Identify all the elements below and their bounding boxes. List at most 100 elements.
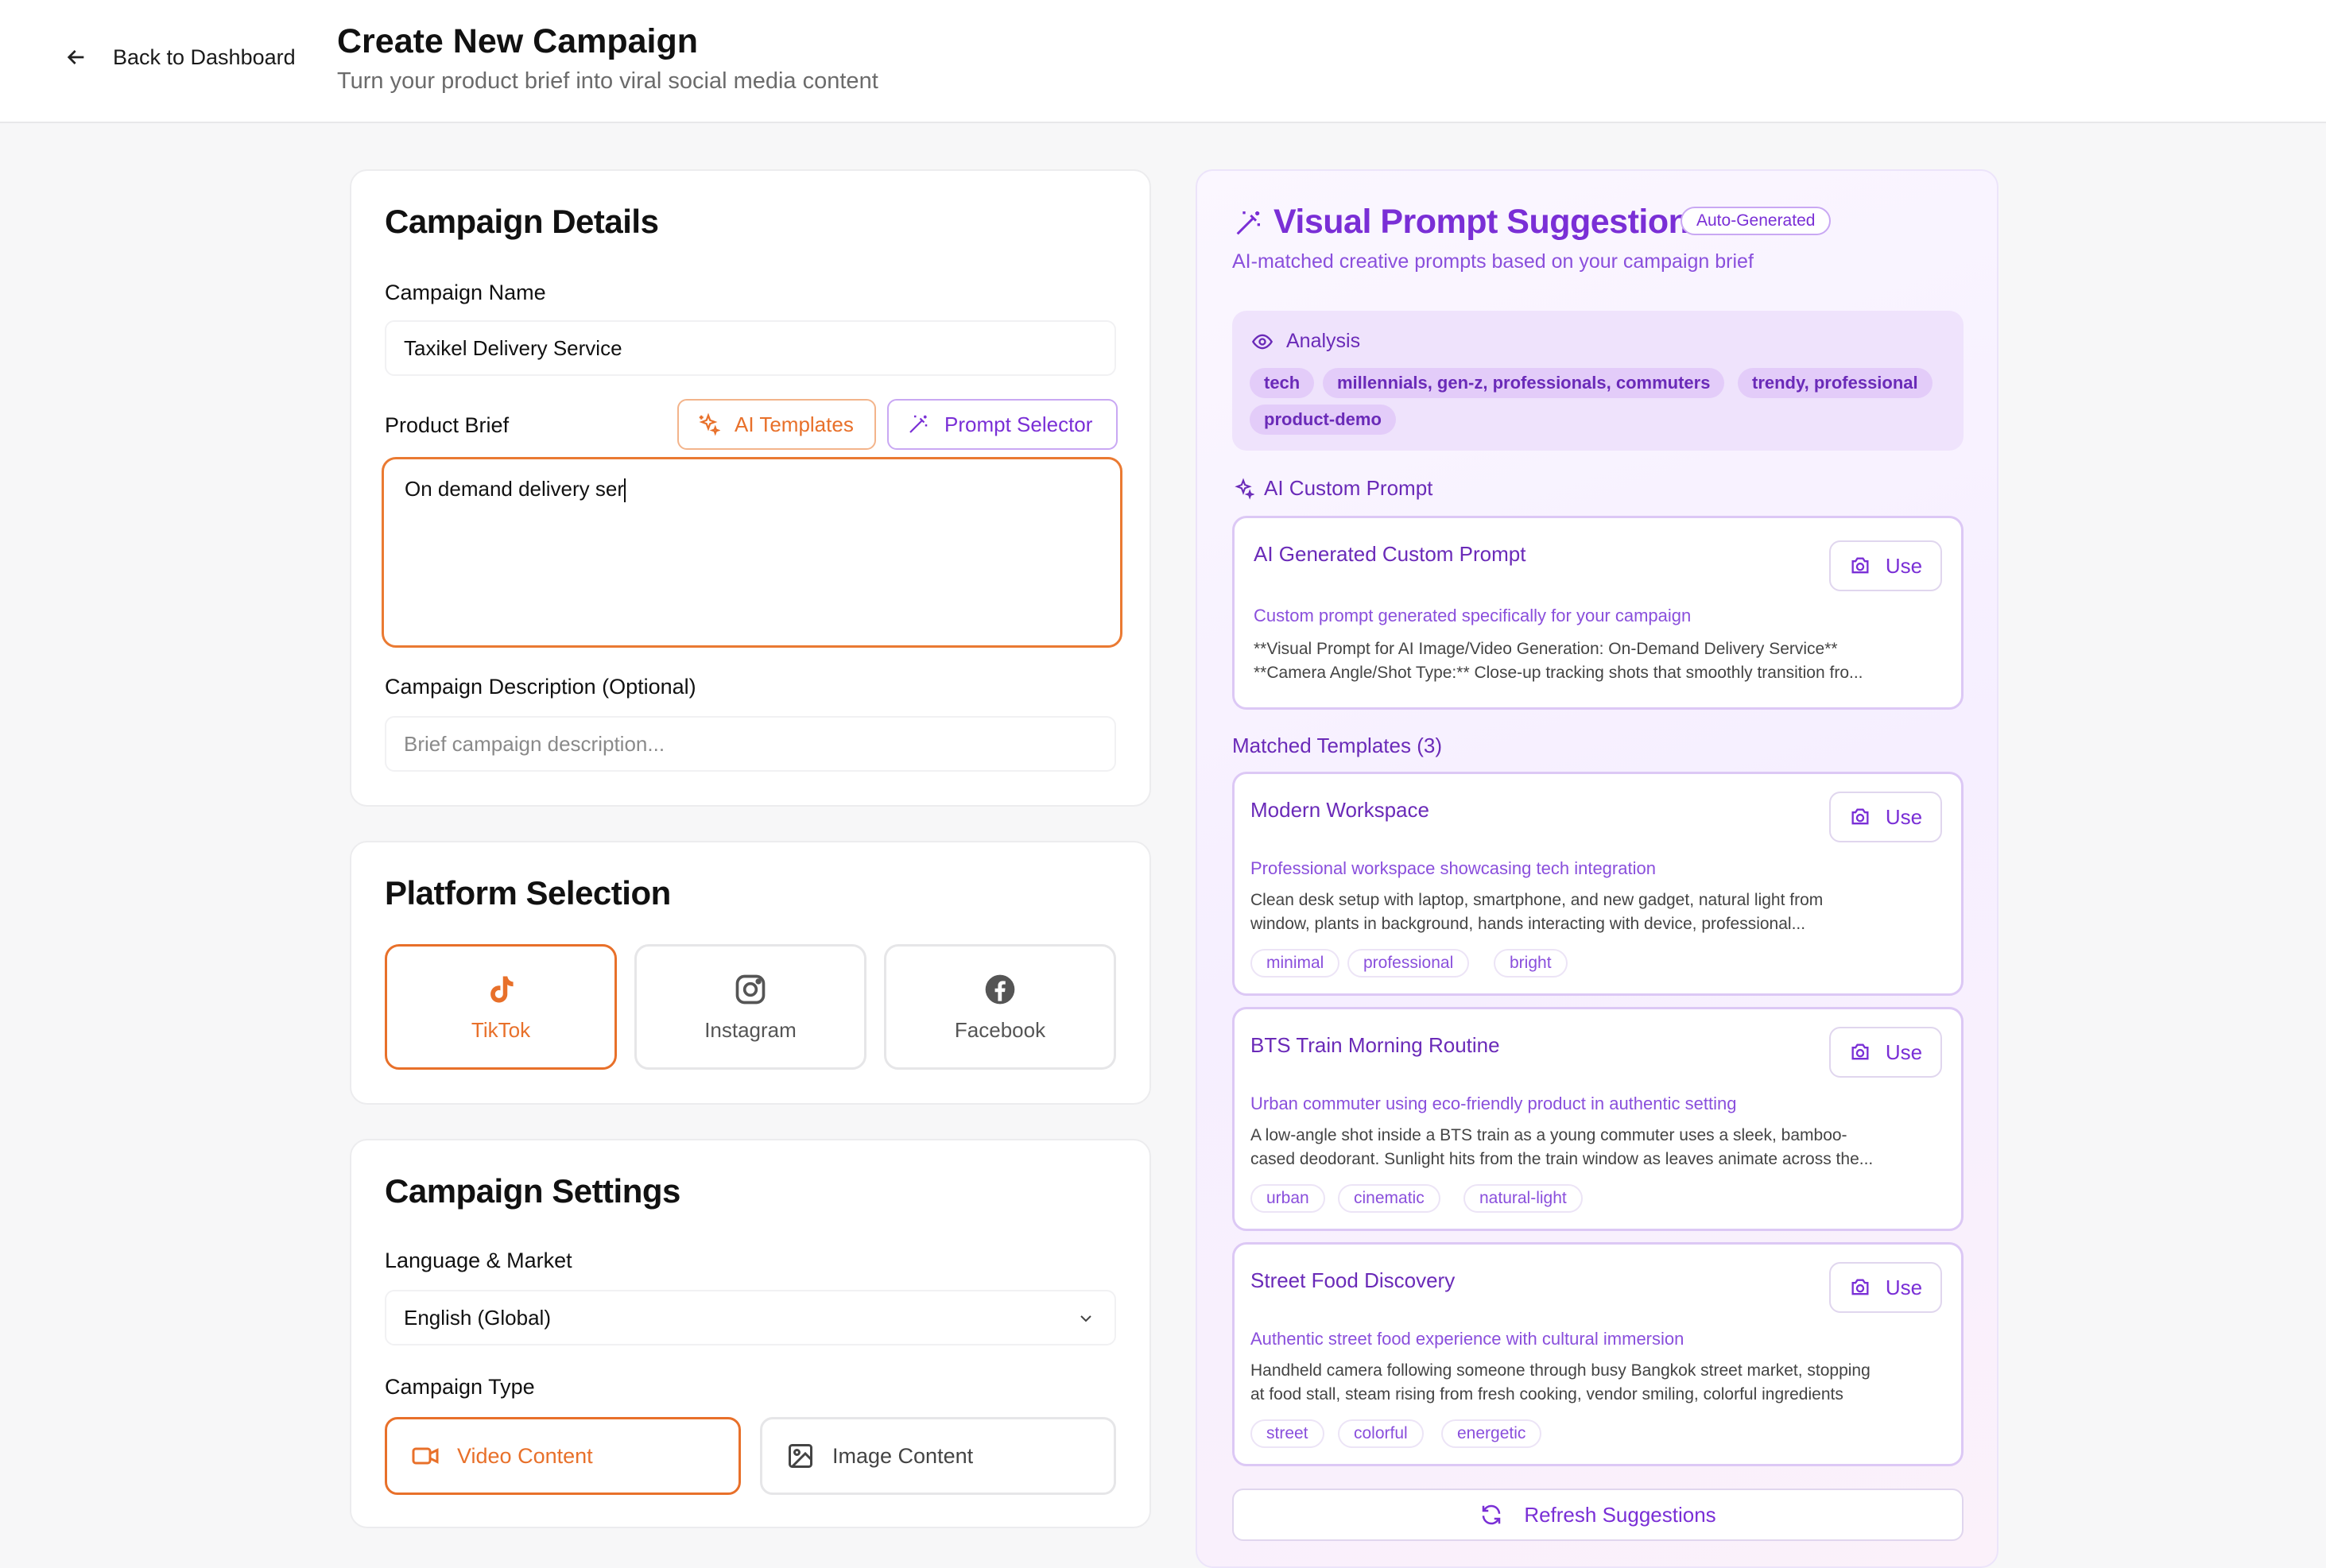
image-content-option[interactable]: Image Content <box>760 1417 1116 1495</box>
back-label: Back to Dashboard <box>113 45 296 69</box>
text-caret <box>624 478 626 503</box>
facebook-icon <box>985 974 1015 1004</box>
prompt-selector-label: Prompt Selector <box>944 412 1093 436</box>
body-line: **Visual Prompt for AI Image/Video Gener… <box>1254 640 1838 658</box>
use-button[interactable]: Use <box>1829 1262 1942 1313</box>
video-content-option[interactable]: Video Content <box>385 1417 741 1495</box>
ai-custom-prompt-section: AI Custom Prompt <box>1232 476 1432 501</box>
page-header: Back to Dashboard Create New Campaign Tu… <box>0 0 2326 123</box>
analysis-chip: trendy, professional <box>1738 368 1933 398</box>
template-tag: professional <box>1347 949 1470 978</box>
template-tag: bright <box>1494 949 1568 978</box>
use-button[interactable]: Use <box>1829 1027 1942 1078</box>
campaign-settings-card: Campaign Settings Language & Market Engl… <box>350 1139 1151 1528</box>
template-tag: energetic <box>1441 1419 1542 1448</box>
body-line: cased deodorant. Sunlight hits from the … <box>1250 1150 1874 1168</box>
body-line: at food stall, steam rising from fresh c… <box>1250 1385 1843 1403</box>
template-body: Handheld camera following someone throug… <box>1250 1359 1926 1407</box>
language-selected-value: English (Global) <box>404 1305 551 1330</box>
refresh-icon <box>1483 1504 1501 1525</box>
camera-icon <box>1851 1043 1869 1060</box>
template-description: Professional workspace showcasing tech i… <box>1250 858 1656 878</box>
body-line: Clean desk setup with laptop, smartphone… <box>1250 891 1824 909</box>
template-tag: natural-light <box>1463 1184 1583 1213</box>
custom-prompt-card: AI Generated Custom Prompt Use Custom pr… <box>1232 516 1964 710</box>
platform-instagram[interactable]: Instagram <box>634 944 866 1070</box>
use-label: Use <box>1885 804 1923 829</box>
analysis-chip: tech <box>1250 368 1315 398</box>
sparkles-icon <box>699 412 720 436</box>
platform-tiktok[interactable]: TikTok <box>385 944 617 1070</box>
platform-label: Instagram <box>704 1017 797 1042</box>
template-body: Clean desk setup with laptop, smartphone… <box>1250 889 1926 936</box>
image-icon <box>789 1444 812 1468</box>
magic-wand-icon <box>1236 211 1260 235</box>
campaign-description-label: Campaign Description (Optional) <box>385 675 696 699</box>
use-button[interactable]: Use <box>1829 540 1942 591</box>
magic-wand-icon <box>909 415 928 433</box>
template-tag: street <box>1250 1419 1324 1448</box>
visual-prompt-suggestions-panel: Visual Prompt Suggestions Auto-Generated… <box>1196 169 1998 1568</box>
body-line: A low-angle shot inside a BTS train as a… <box>1250 1126 1847 1144</box>
campaign-name-label: Campaign Name <box>385 281 546 304</box>
ai-custom-prompt-label: AI Custom Prompt <box>1264 476 1433 500</box>
product-brief-textarea[interactable]: On demand delivery ser <box>382 457 1122 648</box>
matched-templates-label: Matched Templates (3) <box>1232 734 1442 757</box>
eye-icon <box>1251 334 1273 349</box>
language-market-select[interactable]: English (Global) <box>385 1290 1116 1345</box>
custom-prompt-description: Custom prompt generated specifically for… <box>1254 606 1692 625</box>
use-label: Use <box>1885 1040 1923 1064</box>
body-line: window, plants in background, hands inte… <box>1250 915 1806 933</box>
campaign-description-input[interactable]: Brief campaign description... <box>385 716 1116 772</box>
analysis-chip: millennials, gen-z, professionals, commu… <box>1323 368 1725 398</box>
instagram-icon <box>735 974 766 1004</box>
product-brief-text: On demand delivery ser <box>405 477 625 501</box>
tiktok-icon <box>490 976 514 1002</box>
custom-prompt-body: **Visual Prompt for AI Image/Video Gener… <box>1254 637 1929 685</box>
analysis-header: Analysis <box>1251 330 1360 353</box>
template-description: Authentic street food experience with cu… <box>1250 1329 1684 1349</box>
back-to-dashboard-link[interactable]: Back to Dashboard <box>64 45 296 70</box>
platform-label: Facebook <box>954 1017 1046 1042</box>
analysis-label: Analysis <box>1286 330 1361 352</box>
page-subtitle: Turn your product brief into viral socia… <box>337 68 878 94</box>
auto-generated-badge: Auto-Generated <box>1681 207 1832 235</box>
template-title: Street Food Discovery <box>1250 1268 1456 1292</box>
campaign-type-label: Campaign Type <box>385 1375 535 1399</box>
sparkles-icon <box>1235 478 1254 500</box>
template-title: BTS Train Morning Routine <box>1250 1033 1500 1057</box>
use-button[interactable]: Use <box>1829 792 1942 842</box>
refresh-label: Refresh Suggestions <box>1524 1502 1716 1527</box>
camera-icon <box>1851 557 1869 574</box>
platform-facebook[interactable]: Facebook <box>884 944 1116 1070</box>
refresh-suggestions-button[interactable]: Refresh Suggestions <box>1232 1489 1964 1541</box>
template-tag: urban <box>1250 1184 1325 1213</box>
camera-icon <box>1851 1279 1869 1295</box>
analysis-box: Analysis tech millennials, gen-z, profes… <box>1232 311 1964 451</box>
template-tag: colorful <box>1338 1419 1424 1448</box>
body-line: Handheld camera following someone throug… <box>1250 1361 1870 1380</box>
video-content-label: Video Content <box>457 1443 593 1468</box>
product-brief-label: Product Brief <box>385 413 510 437</box>
campaign-settings-title: Campaign Settings <box>385 1172 680 1210</box>
platform-label: TikTok <box>471 1017 531 1042</box>
platform-selection-title: Platform Selection <box>385 874 671 912</box>
template-description: Urban commuter using eco-friendly produc… <box>1250 1094 1737 1113</box>
suggestions-subtitle: AI-matched creative prompts based on you… <box>1232 250 1754 273</box>
image-content-label: Image Content <box>832 1443 974 1468</box>
template-tag: cinematic <box>1338 1184 1440 1213</box>
platform-selection-card: Platform Selection TikTok Instagram Face… <box>350 841 1151 1105</box>
ai-templates-button[interactable]: AI Templates <box>677 399 876 450</box>
prompt-selector-button[interactable]: Prompt Selector <box>887 399 1118 450</box>
use-label: Use <box>1885 1275 1923 1299</box>
use-label: Use <box>1885 553 1923 578</box>
camera-icon <box>1851 808 1869 825</box>
chevron-down-icon <box>1080 1315 1091 1322</box>
arrow-left-icon <box>67 50 84 64</box>
analysis-chip: product-demo <box>1250 405 1396 435</box>
language-market-label: Language & Market <box>385 1249 572 1272</box>
template-body: A low-angle shot inside a BTS train as a… <box>1250 1124 1926 1171</box>
campaign-details-card: Campaign Details Campaign Name Taxikel D… <box>350 169 1151 807</box>
campaign-name-input[interactable]: Taxikel Delivery Service <box>385 320 1116 376</box>
template-card-bts-train: BTS Train Morning Routine Use Urban comm… <box>1232 1007 1964 1231</box>
